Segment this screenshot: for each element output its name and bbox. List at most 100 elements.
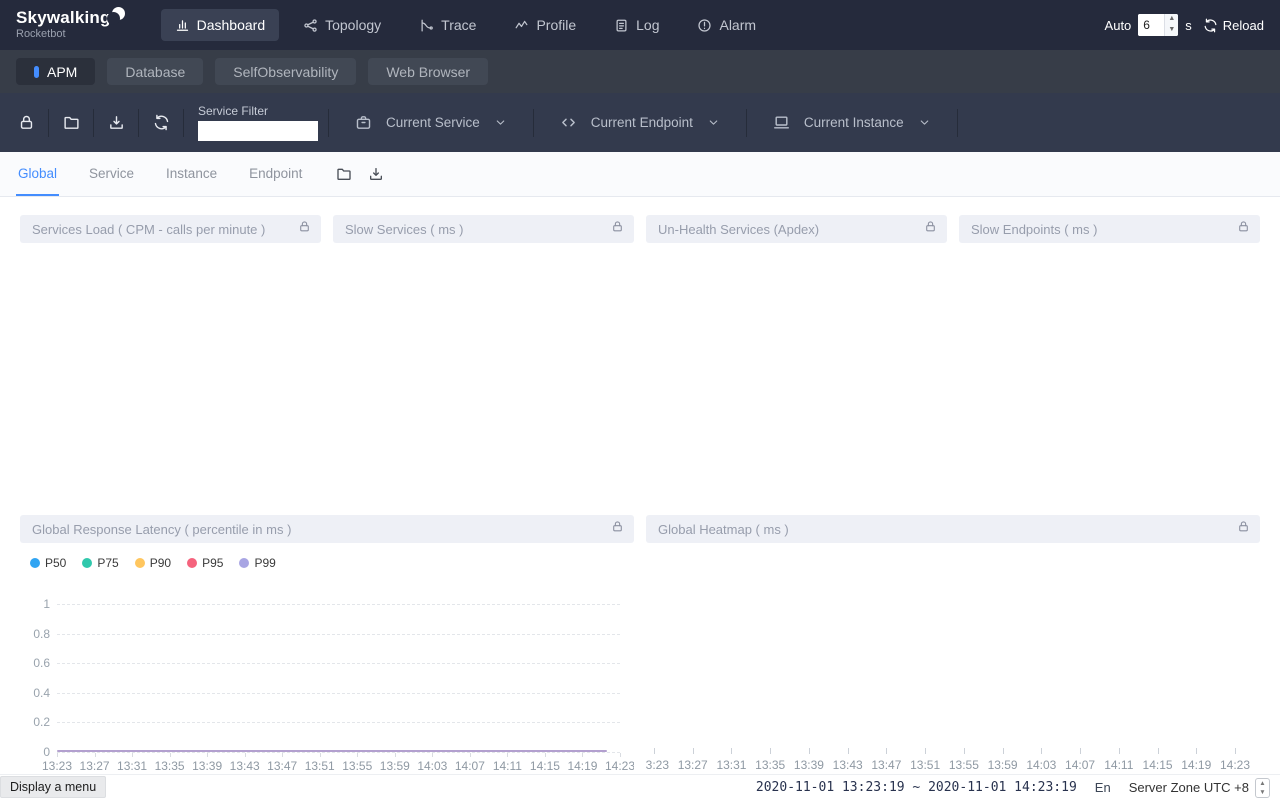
nav-item-log[interactable]: Log: [600, 9, 673, 41]
download-button[interactable]: [94, 93, 138, 152]
logo-moon-icon: [112, 7, 125, 20]
domain-tab-label: Web Browser: [386, 64, 470, 80]
x-axis-label: 13:51: [910, 758, 940, 772]
legend-item-p50[interactable]: P50: [30, 556, 66, 570]
nav-item-label: Dashboard: [197, 17, 266, 33]
x-axis-label: 14:03: [417, 759, 447, 773]
nav-item-profile[interactable]: Profile: [500, 9, 590, 41]
legend-item-p99[interactable]: P99: [239, 556, 275, 570]
stepper-down-icon[interactable]: ▼: [1165, 25, 1178, 36]
panel-title: Un-Health Services (Apdex): [658, 222, 819, 237]
scope-tab-endpoint[interactable]: Endpoint: [247, 152, 304, 196]
selector-current-endpoint[interactable]: Current Endpoint: [534, 93, 746, 152]
scope-tab-instance[interactable]: Instance: [164, 152, 219, 196]
selector-current-service[interactable]: Current Service: [329, 93, 533, 152]
panel-title: Services Load ( CPM - calls per minute ): [32, 222, 265, 237]
nav-item-topology[interactable]: Topology: [289, 9, 395, 41]
x-axis-tick: [1041, 748, 1042, 754]
import-button[interactable]: [368, 166, 384, 182]
lock-icon[interactable]: [924, 220, 937, 238]
scope-tab-bar: Global Service Instance Endpoint: [0, 152, 1280, 197]
scope-tab-service[interactable]: Service: [87, 152, 136, 196]
nav-item-trace[interactable]: Trace: [405, 9, 490, 41]
x-axis-tick: [432, 753, 433, 757]
domain-tab-selfobservability[interactable]: SelfObservability: [215, 58, 356, 85]
x-axis-label: 14:07: [455, 759, 485, 773]
timezone-stepper[interactable]: ▲▼: [1255, 778, 1270, 798]
x-axis-label: 14:23: [1220, 758, 1250, 772]
x-axis-label: 14:11: [493, 759, 522, 773]
x-axis-label: 13:59: [988, 758, 1018, 772]
x-axis-label: 13:31: [716, 758, 746, 772]
nav-item-label: Topology: [325, 17, 381, 33]
domain-tab-web-browser[interactable]: Web Browser: [368, 58, 488, 85]
reload-icon: [1203, 18, 1218, 33]
service-filter-input[interactable]: [198, 121, 318, 141]
x-axis-label: 13:27: [80, 759, 110, 773]
lock-icon[interactable]: [1237, 220, 1250, 238]
nav-item-label: Trace: [441, 17, 476, 33]
lock-button[interactable]: [4, 93, 48, 152]
metric-panel: Slow Endpoints ( ms ): [959, 215, 1260, 515]
folder-button[interactable]: [49, 93, 93, 152]
auto-interval-stepper[interactable]: ▲▼: [1164, 14, 1178, 36]
x-axis-label: 14:23: [605, 759, 634, 773]
auto-interval-input-wrap: ▲▼: [1138, 14, 1178, 36]
x-axis-tick: [545, 753, 546, 757]
panel-title: Global Heatmap ( ms ): [658, 522, 789, 537]
x-axis-tick: [170, 753, 171, 757]
stepper-down-icon[interactable]: ▼: [1256, 788, 1269, 797]
latency-series-line: [57, 750, 607, 752]
x-axis-label: 14:15: [1143, 758, 1173, 772]
panel-title: Slow Endpoints ( ms ): [971, 222, 1097, 237]
selector-label: Current Instance: [804, 115, 904, 130]
lock-icon[interactable]: [298, 220, 311, 238]
selector-current-instance[interactable]: Current Instance: [747, 93, 957, 152]
folder-button[interactable]: [336, 166, 352, 182]
domain-tab-apm[interactable]: APM: [16, 58, 95, 85]
nav-item-label: Profile: [536, 17, 576, 33]
x-axis-tick: [507, 753, 508, 757]
stepper-up-icon[interactable]: ▲: [1165, 14, 1178, 25]
x-axis-label: 13:35: [155, 759, 185, 773]
nav-item-label: Alarm: [719, 17, 756, 33]
legend-item-p95[interactable]: P95: [187, 556, 223, 570]
domain-tab-label: Database: [125, 64, 185, 80]
app-logo[interactable]: Skywalking Rocketbot: [16, 9, 125, 40]
refresh-button[interactable]: [139, 93, 183, 152]
x-axis-tick: [925, 748, 926, 754]
stepper-up-icon[interactable]: ▲: [1256, 779, 1269, 788]
language-toggle[interactable]: En: [1095, 780, 1111, 795]
briefcase-icon: [355, 114, 372, 131]
laptop-icon: [773, 114, 790, 131]
legend-item-p90[interactable]: P90: [135, 556, 171, 570]
status-tooltip: Display a menu: [0, 776, 106, 798]
x-axis-tick: [582, 753, 583, 757]
x-axis-tick: [620, 753, 621, 757]
scope-tab-global[interactable]: Global: [16, 152, 59, 196]
domain-tab-database[interactable]: Database: [107, 58, 203, 85]
x-axis-label: 13:39: [794, 758, 824, 772]
x-axis-tick: [809, 748, 810, 754]
time-range-picker[interactable]: 2020-11-01 13:23:19 ~ 2020-11-01 14:23:1…: [756, 780, 1077, 795]
lock-icon[interactable]: [611, 520, 624, 538]
x-axis-tick: [95, 753, 96, 757]
gridline: [57, 663, 620, 664]
nav-item-dashboard[interactable]: Dashboard: [161, 9, 280, 41]
x-axis-label: 13:55: [949, 758, 979, 772]
logo-subtitle: Rocketbot: [16, 29, 125, 41]
auto-interval-input[interactable]: [1138, 14, 1164, 36]
legend-dot: [239, 558, 249, 568]
selector-label: Current Endpoint: [591, 115, 693, 130]
x-axis-tick: [132, 753, 133, 757]
panel-header: Slow Services ( ms ): [333, 215, 634, 243]
lock-icon[interactable]: [1237, 520, 1250, 538]
x-axis-tick: [964, 748, 965, 754]
panel-header: Un-Health Services (Apdex): [646, 215, 947, 243]
auto-unit-label: s: [1185, 18, 1192, 33]
lock-icon[interactable]: [611, 220, 624, 238]
reload-button[interactable]: Reload: [1203, 18, 1264, 33]
legend-item-p75[interactable]: P75: [82, 556, 118, 570]
x-axis-tick: [1196, 748, 1197, 754]
nav-item-alarm[interactable]: Alarm: [683, 9, 770, 41]
